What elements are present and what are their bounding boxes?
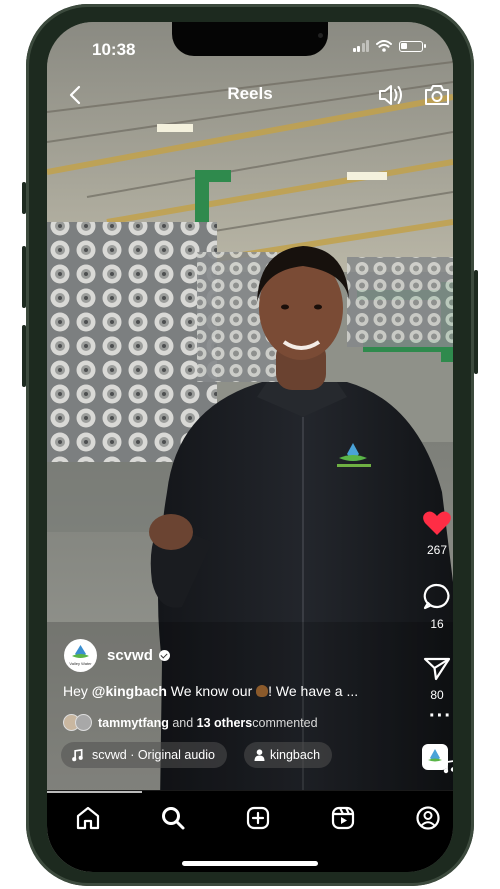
avatar[interactable]: Valley Water bbox=[64, 639, 97, 672]
comment-icon bbox=[423, 583, 450, 610]
commented-and: and bbox=[168, 715, 197, 730]
tagged-user-pill[interactable]: kingbach bbox=[244, 742, 333, 768]
nav-search[interactable] bbox=[158, 803, 188, 833]
share-count: 80 bbox=[430, 688, 444, 702]
commented-suffix: commented bbox=[252, 715, 318, 730]
nav-reels[interactable] bbox=[328, 803, 358, 833]
home-indicator[interactable] bbox=[182, 861, 318, 866]
front-camera bbox=[318, 33, 323, 38]
caption-mention[interactable]: @kingbach bbox=[92, 683, 167, 699]
status-time: 10:38 bbox=[92, 40, 136, 59]
reels-header: Reels bbox=[47, 80, 453, 110]
commented-others[interactable]: 13 others bbox=[197, 716, 253, 730]
phone-power-button bbox=[474, 270, 478, 374]
heart-icon bbox=[423, 511, 451, 535]
phone-volume-up bbox=[22, 246, 26, 308]
nav-create[interactable] bbox=[243, 803, 273, 833]
create-icon bbox=[246, 806, 270, 830]
phone-volume-down bbox=[22, 325, 26, 387]
post-caption[interactable]: Hey @kingbach We know our ! We have a ..… bbox=[63, 683, 358, 699]
bottom-nav bbox=[47, 790, 453, 872]
comment-button[interactable]: 16 bbox=[419, 582, 453, 631]
signal-icon bbox=[352, 40, 369, 52]
caption-text: We know our bbox=[166, 683, 253, 699]
music-note-icon bbox=[72, 748, 83, 761]
music-note-icon bbox=[443, 760, 453, 774]
like-button[interactable]: 267 bbox=[419, 510, 453, 557]
audio-pill[interactable]: scvwd · Original audio bbox=[61, 742, 227, 768]
tagged-user: kingbach bbox=[270, 748, 321, 762]
wifi-icon bbox=[376, 40, 392, 52]
comment-summary[interactable]: tammytfang and 13 others commented bbox=[63, 714, 318, 731]
audio-label: scvwd · Original audio bbox=[92, 748, 215, 762]
notch bbox=[172, 22, 328, 56]
share-icon bbox=[423, 657, 451, 681]
poop-emoji-icon bbox=[256, 685, 269, 697]
reels-icon bbox=[331, 806, 355, 830]
camera-icon[interactable] bbox=[423, 82, 451, 108]
profile-icon bbox=[416, 806, 440, 830]
like-count: 267 bbox=[426, 543, 448, 557]
home-icon bbox=[76, 806, 100, 830]
status-icons bbox=[352, 40, 426, 52]
comment-count: 16 bbox=[430, 617, 444, 631]
phone-screen: 10:38 Reels 267 16 80 ··· Valley Water s… bbox=[47, 22, 453, 872]
person-icon bbox=[254, 749, 265, 761]
commented-user[interactable]: tammytfang bbox=[98, 716, 169, 730]
account-username[interactable]: scvwd bbox=[107, 647, 153, 664]
commenter-avatar bbox=[75, 714, 92, 731]
caption-prefix: Hey bbox=[63, 683, 92, 699]
video-progress[interactable] bbox=[47, 791, 142, 793]
search-icon bbox=[162, 807, 185, 830]
nav-profile[interactable] bbox=[413, 803, 443, 833]
more-icon[interactable]: ··· bbox=[429, 705, 452, 728]
post-account[interactable]: Valley Water scvwd bbox=[64, 639, 170, 672]
caption-suffix: ! We have a ... bbox=[268, 683, 359, 699]
avatar-caption: Valley Water bbox=[69, 661, 92, 666]
share-button[interactable]: 80 bbox=[419, 655, 453, 702]
nav-home[interactable] bbox=[73, 803, 103, 833]
volume-icon[interactable] bbox=[377, 82, 407, 108]
phone-action-button bbox=[22, 182, 26, 214]
verified-icon bbox=[158, 650, 170, 661]
battery-icon bbox=[399, 40, 426, 52]
